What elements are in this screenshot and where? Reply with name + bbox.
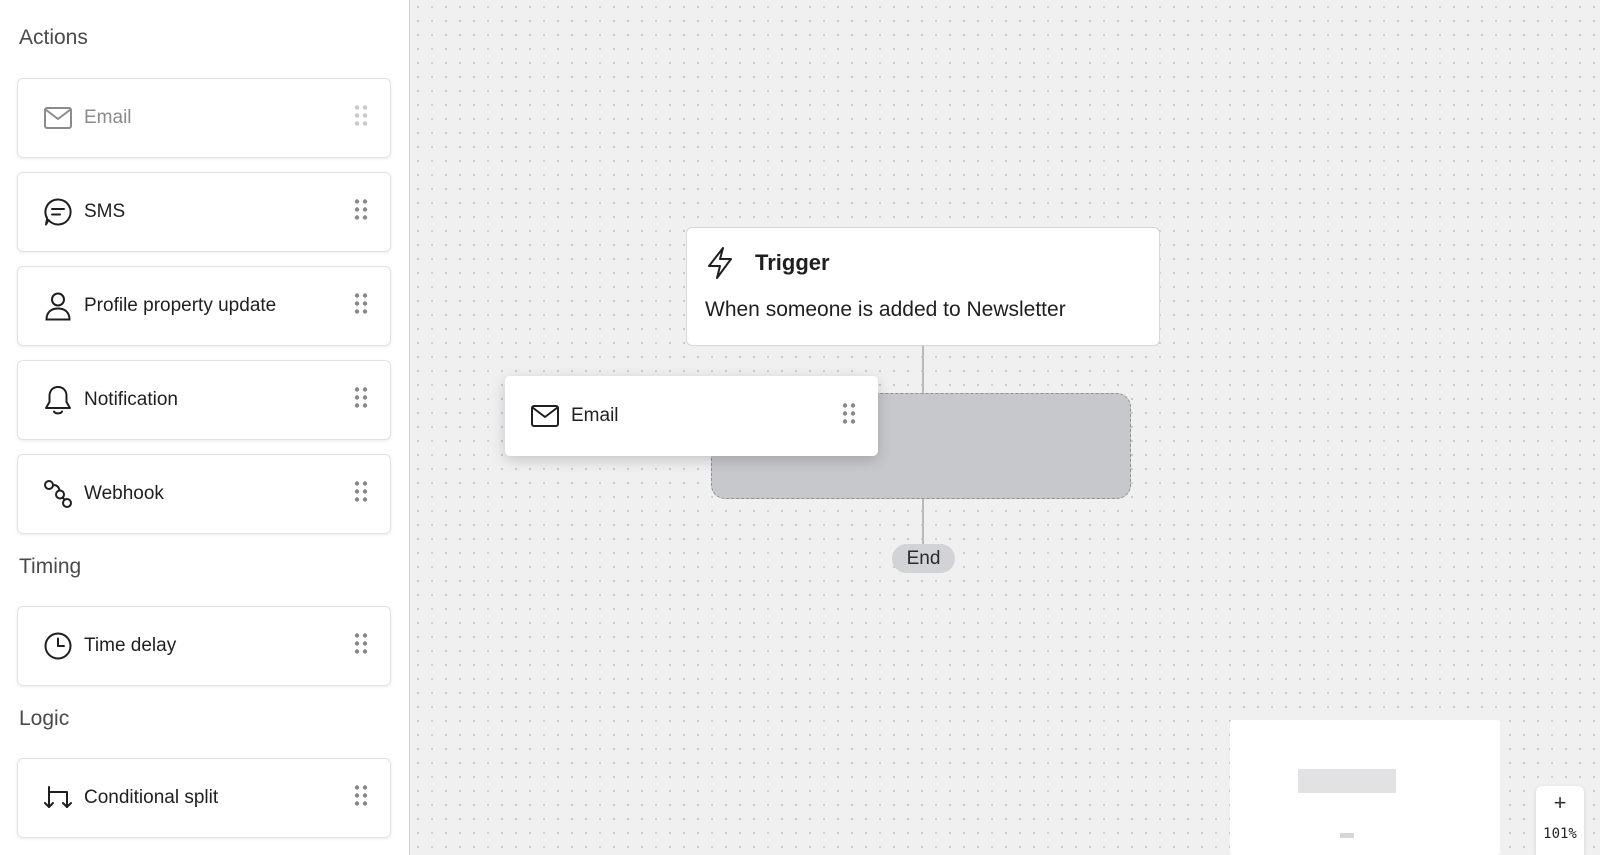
drag-handle-icon[interactable]	[354, 785, 368, 812]
sidebar-item-notification[interactable]: Notification	[17, 360, 391, 440]
split-icon	[42, 782, 74, 814]
connector-line	[922, 499, 924, 544]
drag-handle-icon[interactable]	[354, 105, 368, 132]
sidebar-item-label: Time delay	[84, 635, 177, 656]
clock-icon	[42, 630, 74, 662]
sidebar: Actions Email SMS Profile property updat…	[0, 0, 410, 855]
trigger-title: Trigger	[755, 250, 830, 275]
sidebar-item-label: Conditional split	[84, 787, 219, 808]
dragging-card-label: Email	[571, 405, 619, 426]
dragging-email-card[interactable]: Email	[505, 376, 878, 456]
sms-icon	[42, 196, 74, 228]
connector-line	[922, 346, 924, 393]
zoom-in-button[interactable]: +	[1536, 790, 1584, 816]
minimap-node	[1298, 769, 1396, 793]
zoom-control: + 101%	[1536, 786, 1584, 855]
drag-handle-icon[interactable]	[354, 481, 368, 508]
sidebar-item-label: Email	[84, 107, 132, 128]
webhook-icon	[42, 478, 74, 510]
sidebar-item-email[interactable]: Email	[17, 78, 391, 158]
sidebar-item-label: Profile property update	[84, 295, 277, 316]
minimap-end-node	[1340, 833, 1354, 838]
sidebar-item-webhook[interactable]: Webhook	[17, 454, 391, 534]
sidebar-item-conditional-split[interactable]: Conditional split	[17, 758, 391, 838]
trigger-description: When someone is added to Newsletter	[705, 298, 1066, 321]
section-heading-actions: Actions	[19, 26, 88, 49]
lightning-icon	[705, 246, 735, 285]
sidebar-item-label: Webhook	[84, 483, 164, 504]
sidebar-item-profile-property-update[interactable]: Profile property update	[17, 266, 391, 346]
drag-handle-icon[interactable]	[354, 633, 368, 660]
trigger-node[interactable]: Trigger When someone is added to Newslet…	[686, 227, 1160, 346]
minimap[interactable]	[1230, 720, 1500, 855]
bell-icon	[42, 384, 74, 416]
sidebar-item-time-delay[interactable]: Time delay	[17, 606, 391, 686]
drag-handle-icon[interactable]	[354, 293, 368, 320]
section-heading-timing: Timing	[19, 555, 82, 578]
drag-handle-icon[interactable]	[842, 403, 856, 430]
drag-handle-icon[interactable]	[354, 387, 368, 414]
zoom-level: 101%	[1543, 826, 1577, 842]
mail-icon	[529, 400, 561, 432]
drag-handle-icon[interactable]	[354, 199, 368, 226]
end-node: End	[892, 544, 955, 573]
mail-icon	[42, 102, 74, 134]
sidebar-item-label: Notification	[84, 389, 178, 410]
person-icon	[42, 290, 74, 322]
sidebar-item-label: SMS	[84, 201, 126, 222]
sidebar-item-sms[interactable]: SMS	[17, 172, 391, 252]
section-heading-logic: Logic	[19, 707, 70, 730]
